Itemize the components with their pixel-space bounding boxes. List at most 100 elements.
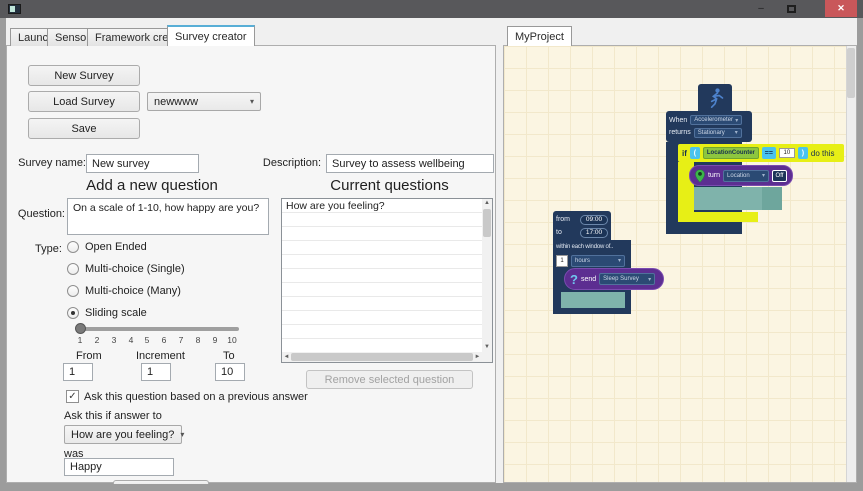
canvas-vertical-scrollbar[interactable] xyxy=(846,46,856,482)
from-input[interactable]: 1 xyxy=(63,363,93,381)
description-input[interactable]: Survey to assess wellbeing xyxy=(326,154,494,173)
to-time-chip[interactable]: 17:00 xyxy=(580,227,608,238)
question-mark-icon: ? xyxy=(570,271,578,287)
close-button[interactable]: ✕ xyxy=(825,0,857,17)
list-horizontal-scrollbar[interactable]: ◄ ► xyxy=(282,352,482,362)
returns-label: returns xyxy=(669,129,691,137)
to-input[interactable]: 10 xyxy=(215,363,245,381)
slider-thumb[interactable] xyxy=(75,323,86,334)
from-label: From xyxy=(76,350,102,362)
variable-chip[interactable]: LocationCounter xyxy=(702,147,759,159)
operator-chip[interactable]: == xyxy=(761,147,776,159)
chevron-down-icon: ▾ xyxy=(617,258,621,264)
window-value-field[interactable]: 1 xyxy=(556,254,568,267)
radio-label: Multi-choice (Single) xyxy=(85,263,185,275)
question-label: Question: xyxy=(17,208,65,220)
open-paren-chip[interactable]: ( xyxy=(689,147,700,159)
app-window: – ✕ Launch Sensors Framework creator Sur… xyxy=(0,0,863,491)
remove-question-button[interactable]: Remove selected question xyxy=(306,370,473,389)
type-label: Type: xyxy=(35,243,62,255)
statement-slot[interactable] xyxy=(561,292,625,308)
radio-sliding-scale[interactable]: Sliding scale xyxy=(67,307,147,319)
statement-slot[interactable] xyxy=(694,187,782,210)
do-this-label: do this xyxy=(810,148,835,158)
new-survey-button[interactable]: New Survey xyxy=(28,65,140,86)
increment-input[interactable]: 1 xyxy=(141,363,171,381)
when-sensor-block[interactable]: When Accelerometer ▾ returns Stationary … xyxy=(666,111,752,142)
list-vertical-scrollbar[interactable]: ▲ ▼ xyxy=(482,199,492,352)
scroll-thumb[interactable] xyxy=(291,353,473,361)
radio-multi-many[interactable]: Multi-choice (Many) xyxy=(67,285,181,297)
scroll-down-icon[interactable]: ▼ xyxy=(482,343,492,352)
accelerometer-event-head[interactable] xyxy=(698,84,732,111)
radio-icon xyxy=(67,263,79,275)
maximize-button[interactable] xyxy=(778,0,804,17)
radio-open-ended[interactable]: Open Ended xyxy=(67,241,147,253)
survey-name-label: Survey name: xyxy=(18,157,86,169)
from-time-chip[interactable]: 09:00 xyxy=(580,214,608,225)
state-dropdown-value: Stationary xyxy=(697,129,725,136)
schedule-block-window[interactable]: within each window of.. 1 hours ▾ xyxy=(553,240,631,270)
survey-name-input[interactable]: New survey xyxy=(86,154,199,173)
location-pin-icon xyxy=(695,169,705,183)
sensor-dropdown[interactable]: Accelerometer ▾ xyxy=(690,115,743,126)
survey-dropdown[interactable]: Sleep Survey ▾ xyxy=(599,273,656,285)
turn-target-dropdown[interactable]: Location ▾ xyxy=(723,169,770,182)
turn-block[interactable]: turn Location ▾ Off xyxy=(689,165,793,186)
was-input[interactable]: Happy xyxy=(64,458,174,476)
previous-question-combo[interactable]: How are you feeling? ▾ xyxy=(64,425,184,444)
if-block-bottom-wall xyxy=(678,212,758,222)
scroll-thumb[interactable] xyxy=(483,209,491,237)
question-input[interactable]: On a scale of 1-10, how happy are you? xyxy=(67,198,269,235)
send-survey-block[interactable]: ? send Sleep Survey ▾ xyxy=(564,268,664,290)
chevron-down-icon: ▾ xyxy=(249,97,254,106)
load-survey-button[interactable]: Load Survey xyxy=(28,91,140,112)
list-item xyxy=(282,325,482,339)
window-unit-dropdown[interactable]: hours ▾ xyxy=(571,254,625,267)
from-time-label: from xyxy=(556,216,570,223)
list-item xyxy=(282,241,482,255)
scroll-right-icon[interactable]: ► xyxy=(473,352,482,362)
minimize-button[interactable]: – xyxy=(748,0,774,17)
chevron-down-icon: ▾ xyxy=(762,173,766,179)
if-block[interactable]: if ( LocationCounter == 10 ) do this xyxy=(678,144,844,162)
radio-icon xyxy=(67,307,79,319)
schedule-block-times[interactable]: from 09:00 to 17:00 xyxy=(553,211,611,241)
previous-question-combo-value: How are you feeling? xyxy=(71,428,175,441)
current-questions-list[interactable]: How are you feeling? ▲ ▼ ◄ ► xyxy=(281,198,493,363)
when-label: When xyxy=(669,116,688,124)
scroll-up-icon[interactable]: ▲ xyxy=(482,199,492,208)
ask-if-label: Ask this if answer to xyxy=(64,410,162,422)
window-unit-value: hours xyxy=(575,257,591,264)
compare-value-field[interactable]: 10 xyxy=(778,148,795,158)
maximize-icon xyxy=(786,4,796,13)
running-man-icon xyxy=(710,87,724,108)
scroll-thumb[interactable] xyxy=(847,48,855,98)
slider-tick: 3 xyxy=(111,335,117,345)
to-time-label: to xyxy=(556,229,562,236)
project-canvas[interactable]: When Accelerometer ▾ returns Stationary … xyxy=(503,45,857,483)
turn-label: turn xyxy=(707,172,721,179)
tab-myproject[interactable]: MyProject xyxy=(507,26,572,46)
slider-tick: 1 xyxy=(77,335,83,345)
add-question-button-partial[interactable] xyxy=(113,480,209,484)
scroll-left-icon[interactable]: ◄ xyxy=(282,352,291,362)
scale-slider[interactable] xyxy=(76,327,239,331)
load-survey-combo[interactable]: newwww ▾ xyxy=(147,92,261,111)
tab-survey-creator[interactable]: Survey creator xyxy=(167,25,255,46)
slider-tick: 6 xyxy=(161,335,167,345)
chevron-down-icon: ▾ xyxy=(648,276,652,283)
list-item xyxy=(282,311,482,325)
slider-tick: 8 xyxy=(195,335,201,345)
previous-answer-checkbox[interactable]: ✓ xyxy=(66,390,79,403)
turn-state-chip[interactable]: Off xyxy=(772,169,787,182)
save-button[interactable]: Save xyxy=(28,118,140,139)
radio-icon xyxy=(67,285,79,297)
radio-label: Open Ended xyxy=(85,241,147,253)
list-item[interactable]: How are you feeling? xyxy=(282,199,482,213)
close-paren-chip[interactable]: ) xyxy=(797,147,808,159)
radio-multi-single[interactable]: Multi-choice (Single) xyxy=(67,263,185,275)
list-item xyxy=(282,283,482,297)
state-dropdown[interactable]: Stationary ▾ xyxy=(693,127,742,138)
app-icon[interactable] xyxy=(8,4,21,14)
